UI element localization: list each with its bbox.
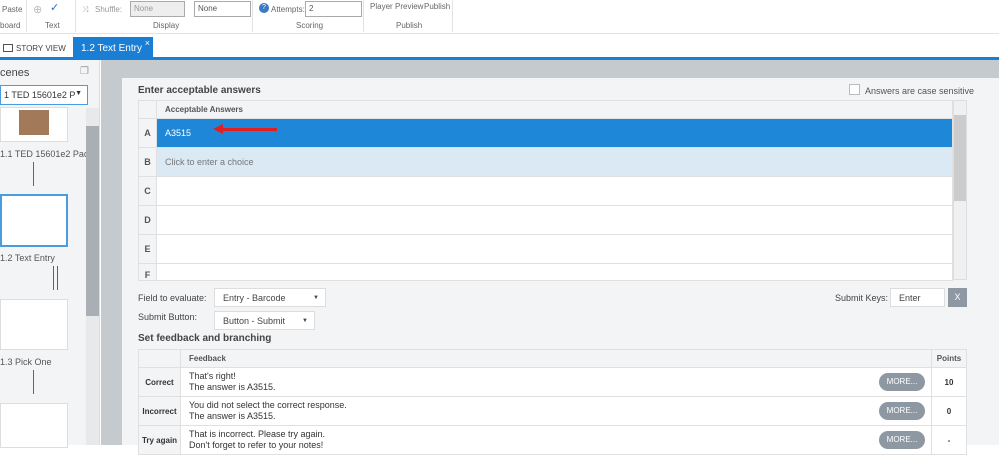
column-header: Feedback [180,349,932,368]
feedback-cell[interactable]: You did not select the correct response.… [180,396,932,426]
table-row[interactable]: E [138,234,953,264]
table-row[interactable]: B Click to enter a choice [138,147,953,177]
shuffle-label: Shuffle: [95,5,122,14]
scoring-group-label: Scoring [296,21,324,30]
column-header: Points [931,349,967,368]
field-value: Entry - Barcode [223,293,286,303]
slide-label: 1.1 TED 15601e2 Pac... [0,149,96,159]
story-view-icon [3,44,13,52]
display-group-label: Display [153,21,180,30]
shuffle-icon: ⤨ [82,5,89,14]
ribbon: Paste board ⊕ ✓ Text ⤨ Shuffle: None Non… [0,0,999,34]
divider [452,0,453,32]
answer-cell[interactable]: A3515 [156,118,953,148]
player-button[interactable]: Player [370,2,393,11]
slide-thumbnail[interactable] [0,403,68,448]
clipboard-group-label: board [0,21,21,30]
chevron-down-icon: ▼ [75,90,82,97]
help-icon: ? [259,3,269,13]
feedback-cell[interactable]: That is incorrect. Please try again. Don'… [180,425,932,455]
submit-keys-label: Submit Keys: [835,293,889,303]
tab-text-entry[interactable]: 1.2 Text Entry × [73,37,153,60]
more-button[interactable]: MORE... [879,373,925,391]
column-header: Acceptable Answers [156,100,953,119]
red-arrow-icon [217,128,277,131]
scrollbar[interactable] [86,108,99,445]
restore-icon[interactable]: ❐ [80,66,89,77]
divider [252,0,253,32]
case-sensitive-label: Answers are case sensitive [865,86,975,96]
scenes-title: cenes [0,67,30,79]
table-row[interactable]: F [138,263,953,281]
feedback-title: Set feedback and branching [138,333,272,344]
arrow-icon [33,370,34,394]
text-group-label: Text [45,21,60,30]
points-cell[interactable]: 0 [931,396,967,426]
shuffle-value: None [134,4,154,13]
divider [363,0,364,32]
table-row[interactable]: D [138,205,953,235]
tab-label: 1.2 Text Entry [81,43,142,54]
spellcheck-icon[interactable]: ✓ [50,1,59,14]
preview-button[interactable]: Preview [395,2,423,11]
slide-label: 1.3 Pick One [0,357,52,367]
divider [75,0,76,32]
arrow-icon [33,162,34,186]
feedback-cell[interactable]: That's right! The answer is A3515. MORE... [180,367,932,397]
chevron-down-icon: ▼ [313,295,319,301]
clear-keys-button[interactable]: X [948,288,967,307]
paste-button[interactable]: Paste [2,5,22,14]
answers-table: Acceptable Answers A A3515 B Click to ente… [138,100,953,281]
table-row[interactable]: A A3515 [138,118,953,148]
branch-arrow-icon [53,266,58,290]
shuffle-select[interactable]: None [130,1,185,17]
text-icon: ⊕ [33,4,43,16]
publish-button[interactable]: Publish [424,2,450,11]
field-to-evaluate-select[interactable]: Entry - Barcode ▼ [214,288,326,307]
arrowhead-icon [213,124,223,134]
answer-value: A3515 [165,128,192,138]
answer-cell[interactable]: Click to enter a choice [156,147,953,177]
points-cell[interactable]: - [931,425,967,455]
attempts-select[interactable]: 2 [305,1,362,17]
answer-cell[interactable] [156,176,953,206]
answer-cell[interactable] [156,263,953,281]
scene-value: 1 TED 15601e2 P [4,90,76,100]
feedback-table: Feedback Points Correct That's right! The a… [138,349,967,455]
table-row: Incorrect You did not select the correct … [138,396,967,426]
submit-keys-value: Enter [899,293,921,303]
answers-title: Enter acceptable answers [138,85,261,96]
answer-cell[interactable] [156,234,953,264]
tab-story-view[interactable]: STORY VIEW [16,44,66,53]
submit-keys-input[interactable]: Enter [890,288,945,307]
slide-thumbnail[interactable] [0,299,68,350]
answer-cell[interactable] [156,205,953,235]
slide-thumbnail[interactable] [0,194,68,247]
chevron-down-icon: ▼ [302,318,308,324]
table-row: Correct That's right! The answer is A3515.… [138,367,967,397]
slide-label: 1.2 Text Entry [0,253,55,263]
answers-scrollbar[interactable] [953,100,967,280]
table-row[interactable]: C [138,176,953,206]
close-tab-icon[interactable]: × [145,38,150,48]
more-button[interactable]: MORE... [879,402,925,420]
attempts-value: 2 [309,4,314,13]
display-select[interactable]: None [194,1,251,17]
attempts-label: Attempts: [271,5,305,14]
submit-button-label: Submit Button: [138,312,198,322]
display-value: None [198,4,218,13]
submit-button-select[interactable]: Button - Submit ▼ [214,311,315,330]
submit-value: Button - Submit [223,316,286,326]
divider [26,0,27,32]
case-sensitive-checkbox[interactable] [849,84,860,95]
scene-select[interactable]: 1 TED 15601e2 P ▼ [0,85,88,105]
publish-group-label: Publish [396,21,423,30]
field-to-evaluate-label: Field to evaluate: [138,293,207,303]
slide-thumbnail[interactable] [0,107,68,142]
table-row: Try again That is incorrect. Please try a… [138,425,967,455]
points-cell[interactable]: 10 [931,367,967,397]
scenes-panel: cenes ❐ 1 TED 15601e2 P ▼ 1.1 TED 15601e2… [0,60,100,448]
more-button[interactable]: MORE... [879,431,925,449]
